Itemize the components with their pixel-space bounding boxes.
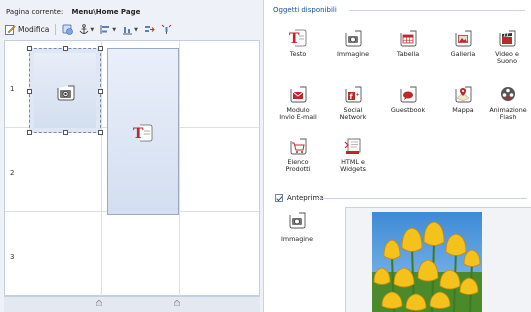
object-label: Modulo Invio E-mail — [279, 106, 317, 121]
camera-icon — [57, 85, 75, 101]
resize-handle[interactable] — [98, 46, 103, 51]
object-table[interactable]: Tabella — [389, 28, 427, 58]
svg-text:T: T — [289, 31, 300, 47]
object-gallery[interactable]: Galleria — [444, 28, 482, 58]
resize-handle[interactable] — [98, 130, 103, 135]
chevron-down-icon: ▼ — [90, 26, 95, 33]
tulips-photo — [372, 212, 482, 312]
toolbar-separator — [55, 24, 57, 35]
preview-item-label: Immagine — [280, 235, 314, 243]
grid-column-line — [101, 41, 102, 297]
map-icon — [455, 86, 472, 103]
preview-area — [345, 207, 531, 312]
object-video[interactable]: Video e Suono — [487, 28, 527, 65]
object-label: Testo — [289, 50, 307, 58]
object-label: Tabella — [396, 50, 420, 58]
anchor-icon — [80, 24, 89, 34]
current-page-label: Pagina corrente: — [6, 8, 64, 16]
object-label: Elenco Prodotti — [285, 158, 311, 173]
text-icon: T — [133, 124, 153, 142]
layout-grid[interactable]: 1 2 3 T — [4, 40, 261, 297]
svg-text:T: T — [133, 126, 144, 142]
edit-button[interactable]: Modifica — [3, 23, 51, 36]
editor-toolbar: Modifica ▼ ▼ ▼ — [3, 22, 261, 37]
object-label: HTML e Widgets — [340, 158, 366, 173]
arrow-right-icon — [144, 26, 155, 32]
object-social-network[interactable]: f + Social Network — [334, 84, 372, 121]
object-map[interactable]: Mappa — [444, 84, 482, 114]
anchor-dropdown[interactable]: ▼ — [77, 23, 96, 36]
row-number: 2 — [10, 169, 15, 177]
object-label: Social Network — [339, 106, 367, 121]
objects-section-title: Oggetti disponibili — [273, 6, 337, 14]
grid-column-line — [179, 41, 180, 297]
objects-panel: Oggetti disponibili T Testo Immagine Tab… — [265, 0, 531, 312]
section-divider — [315, 198, 527, 199]
resize-handle[interactable] — [27, 46, 32, 51]
object-label: Immagine — [336, 50, 370, 58]
move-right-button[interactable] — [142, 23, 157, 36]
image-cell[interactable] — [27, 46, 103, 135]
current-page-value: Menu\Home Page — [71, 8, 141, 16]
camera-icon — [289, 212, 306, 229]
object-label: Mappa — [452, 106, 474, 114]
guestbook-icon — [400, 86, 417, 103]
current-page-line: Pagina corrente: Menu\Home Page — [6, 8, 140, 16]
resize-handle[interactable] — [27, 89, 32, 94]
video-icon — [499, 30, 516, 47]
resize-handle[interactable] — [27, 130, 32, 135]
style-icon — [62, 24, 74, 35]
style-button[interactable] — [60, 23, 75, 36]
vertical-align-dropdown[interactable]: ▼ — [120, 23, 140, 36]
layout-editor-panel: Pagina corrente: Menu\Home Page Modifica — [0, 0, 264, 312]
resize-handle[interactable] — [98, 89, 103, 94]
html-widgets-icon — [344, 138, 361, 154]
object-label: Animazione Flash — [489, 106, 527, 121]
column-marker-icon[interactable] — [96, 300, 102, 306]
object-label: Guestbook — [390, 106, 426, 114]
column-marker-icon[interactable] — [174, 300, 180, 306]
section-divider — [349, 10, 525, 11]
social-network-icon: f + — [345, 86, 362, 103]
text-icon: T — [289, 29, 307, 47]
object-image[interactable]: Immagine — [334, 28, 372, 58]
preview-selected-object: Immagine — [277, 210, 317, 243]
align-horizontal-icon — [100, 25, 110, 34]
chevron-down-icon: ▼ — [134, 26, 138, 33]
text-cell[interactable]: T — [107, 48, 179, 215]
chevron-down-icon: ▼ — [112, 26, 117, 33]
edit-icon — [5, 25, 16, 35]
object-label: Galleria — [450, 50, 476, 58]
svg-text:+: + — [356, 92, 360, 98]
object-flash-animation[interactable]: Animazione Flash — [487, 84, 529, 121]
object-email-form[interactable]: Modulo Invio E-mail — [279, 84, 317, 121]
table-icon — [400, 30, 417, 47]
object-label: Video e Suono — [495, 50, 519, 65]
camera-icon — [345, 30, 362, 47]
object-text[interactable]: T Testo — [279, 28, 317, 58]
split-icon — [161, 24, 172, 34]
products-icon — [290, 138, 307, 155]
align-vertical-icon — [123, 27, 133, 35]
row-number: 1 — [10, 85, 15, 93]
resize-handle[interactable] — [63, 130, 68, 135]
object-product-list[interactable]: Elenco Prodotti — [279, 136, 317, 173]
flash-icon — [501, 87, 515, 101]
resize-handle[interactable] — [63, 46, 68, 51]
edit-button-label: Modifica — [18, 25, 50, 34]
object-guestbook[interactable]: Guestbook — [389, 84, 427, 114]
split-button[interactable] — [159, 23, 174, 36]
horizontal-align-dropdown[interactable]: ▼ — [98, 23, 118, 36]
gallery-icon — [455, 30, 472, 47]
email-form-icon — [290, 86, 307, 103]
preview-checkbox[interactable] — [275, 194, 283, 202]
horizontal-ruler[interactable] — [4, 296, 260, 312]
row-number: 3 — [10, 253, 15, 261]
object-html-widgets[interactable]: HTML e Widgets — [334, 136, 372, 173]
